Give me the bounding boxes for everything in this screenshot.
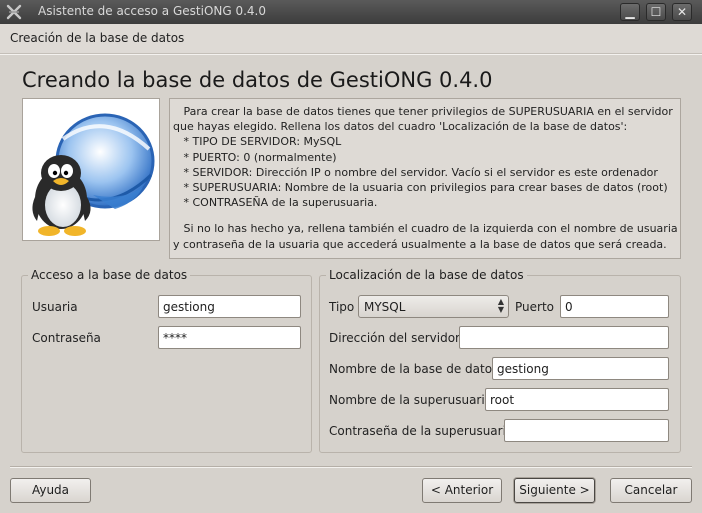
close-button[interactable]: ✕ (672, 3, 692, 21)
cancel-button-label: Cancelar (624, 483, 678, 497)
help-button-label: Ayuda (31, 483, 70, 497)
instructions-line: * SERVIDOR: Dirección IP o nombre del se… (173, 165, 658, 179)
instructions-line: * PUERTO: 0 (normalmente) (173, 150, 337, 164)
back-button-label: < Anterior (430, 483, 494, 497)
server-input[interactable] (459, 326, 669, 349)
dbname-input[interactable]: gestiong (492, 357, 669, 380)
user-label: Usuaria (32, 300, 78, 314)
location-group-legend: Localización de la base de datos (326, 268, 527, 282)
instructions-line: y contraseña de la usuaria que accederá … (173, 237, 667, 251)
footer-divider (10, 466, 692, 468)
page-title: Creando la base de datos de GestiONG 0.4… (22, 68, 493, 92)
minimize-icon: ▁ (625, 5, 635, 19)
help-button[interactable]: Ayuda (10, 478, 91, 503)
user-input[interactable]: gestiong (158, 295, 301, 318)
instructions-line: que hayas elegido. Rellena los datos del… (173, 120, 628, 134)
wizard-page-header-label: Creación de la base de datos (10, 31, 185, 45)
type-select[interactable]: MYSQL ▲ ▼ (358, 295, 509, 318)
server-label: Dirección del servidor (329, 331, 460, 345)
type-select-value: MYSQL (364, 300, 406, 314)
back-button[interactable]: < Anterior (422, 478, 502, 503)
port-input[interactable]: 0 (560, 295, 669, 318)
title-bar: Asistente de acceso a GestiONG 0.4.0 ▁ ☐… (0, 0, 702, 24)
location-group: Localización de la base de datos Tipo MY… (319, 268, 681, 453)
dbname-label: Nombre de la base de datos (329, 362, 499, 376)
instructions-line: * TIPO DE SERVIDOR: MySQL (173, 135, 342, 149)
superpass-label: Contraseña de la superusuaria (329, 424, 514, 438)
header-divider (0, 54, 702, 55)
updown-arrows-icon: ▲ ▼ (497, 297, 504, 314)
access-group-legend: Acceso a la base de datos (28, 268, 191, 282)
instructions-text: Para crear la base de datos tienes que t… (169, 98, 681, 259)
superuser-label: Nombre de la superusuaria (329, 393, 493, 407)
wizard-page-header: Creación de la base de datos (0, 24, 702, 54)
password-label: Contraseña (32, 331, 101, 345)
instructions-line: * SUPERUSUARIA: Nombre de la usuaria con… (173, 181, 668, 195)
superuser-input[interactable]: root (485, 388, 669, 411)
port-label: Puerto (515, 300, 554, 314)
minimize-button[interactable]: ▁ (620, 3, 640, 21)
maximize-icon: ☐ (650, 5, 662, 19)
instructions-line: * CONTRASEÑA de la superusuaria. (173, 196, 378, 210)
password-input[interactable]: **** (158, 326, 301, 349)
maximize-button[interactable]: ☐ (646, 3, 666, 21)
penguin-globe-icon (32, 113, 155, 236)
instructions-line: Si no lo has hecho ya, rellena también e… (173, 222, 678, 236)
next-button-label: Siguiente > (519, 483, 590, 497)
gestiong-logo (22, 98, 160, 241)
cancel-button[interactable]: Cancelar (610, 478, 692, 503)
instructions-line: Para crear la base de datos tienes que t… (173, 105, 673, 118)
app-logo-icon (6, 4, 22, 20)
superpass-input[interactable] (504, 419, 669, 442)
window-title: Asistente de acceso a GestiONG 0.4.0 (38, 4, 267, 18)
type-label: Tipo (329, 300, 355, 314)
close-icon: ✕ (676, 5, 688, 19)
access-group: Acceso a la base de datos Usuaria gestio… (21, 268, 312, 453)
next-button[interactable]: Siguiente > (514, 478, 595, 503)
